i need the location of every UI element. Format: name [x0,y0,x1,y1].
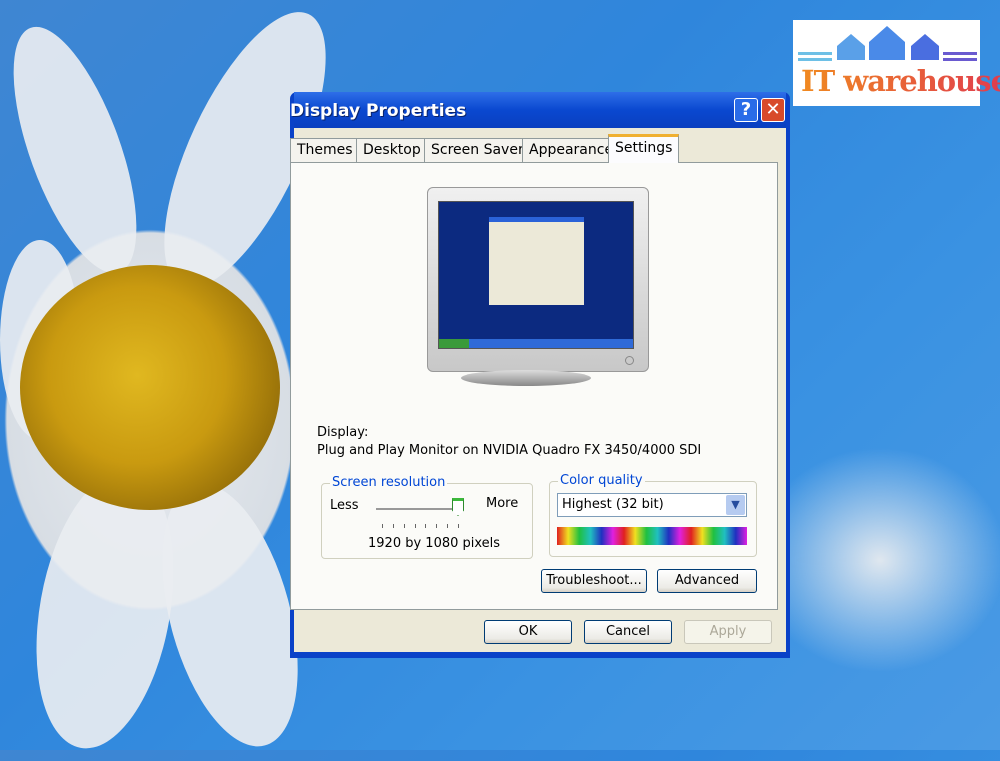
resolution-value: 1920 by 1080 pixels [368,536,501,551]
daisy-center [20,265,280,510]
troubleshoot-button[interactable]: Troubleshoot... [541,569,647,593]
resolution-slider-thumb[interactable] [452,498,464,516]
it-warehouse-logo: IT warehouse [793,20,1000,106]
slider-tick [392,524,394,528]
monitor-stand [461,370,591,386]
cancel-button[interactable]: Cancel [584,620,672,644]
preview-taskbar [439,339,633,348]
screen-resolution-title: Screen resolution [330,475,448,490]
slider-tick [458,524,459,528]
tab-appearance[interactable]: Appearance [522,138,621,162]
monitor-screen [438,201,634,349]
color-quality-select[interactable]: Highest (32 bit) ▼ [557,493,747,517]
advanced-button[interactable]: Advanced [657,569,757,593]
ok-button[interactable]: OK [484,620,572,644]
color-quality-value: Highest (32 bit) [562,497,664,512]
color-spectrum-bar [557,527,747,545]
apply-button[interactable]: Apply [684,620,772,644]
question-icon: ? [740,99,752,120]
slider-tick [414,524,416,528]
close-icon: ✕ [765,99,781,120]
slider-tick [403,524,405,528]
resolution-slider-track[interactable] [376,508,458,510]
screen-resolution-group: Screen resolution Less More 1920 by 1080… [321,475,533,559]
power-button-icon [625,356,634,365]
tab-themes[interactable]: Themes [290,138,360,162]
display-device: Plug and Play Monitor on NVIDIA Quadro F… [317,443,702,458]
slider-tick [447,524,449,528]
close-button[interactable]: ✕ [761,98,785,122]
preview-window [489,217,584,305]
chevron-down-icon[interactable]: ▼ [726,495,745,515]
help-button[interactable]: ? [734,98,758,122]
dialog-title: Display Properties [290,101,467,121]
slider-tick [382,524,383,528]
slider-tick [425,524,427,528]
warehouse-icon [798,26,977,61]
more-label: More [486,496,519,511]
slider-tick [436,524,438,528]
dialog-body: Themes Desktop Screen Saver Appearance S… [290,128,786,652]
color-quality-title: Color quality [558,473,645,488]
tab-settings[interactable]: Settings [608,134,680,163]
tab-desktop[interactable]: Desktop [356,138,428,162]
title-bar[interactable]: Display Properties ? ✕ [290,92,786,128]
display-label: Display: [317,425,369,440]
tab-screen-saver[interactable]: Screen Saver [424,138,531,162]
logo-text: IT warehouse [801,64,1000,98]
monitor-preview [427,187,649,372]
settings-panel: Display: Plug and Play Monitor on NVIDIA… [290,162,778,610]
less-label: Less [330,498,359,513]
display-properties-dialog: Display Properties ? ✕ Themes Desktop Sc… [290,92,790,658]
